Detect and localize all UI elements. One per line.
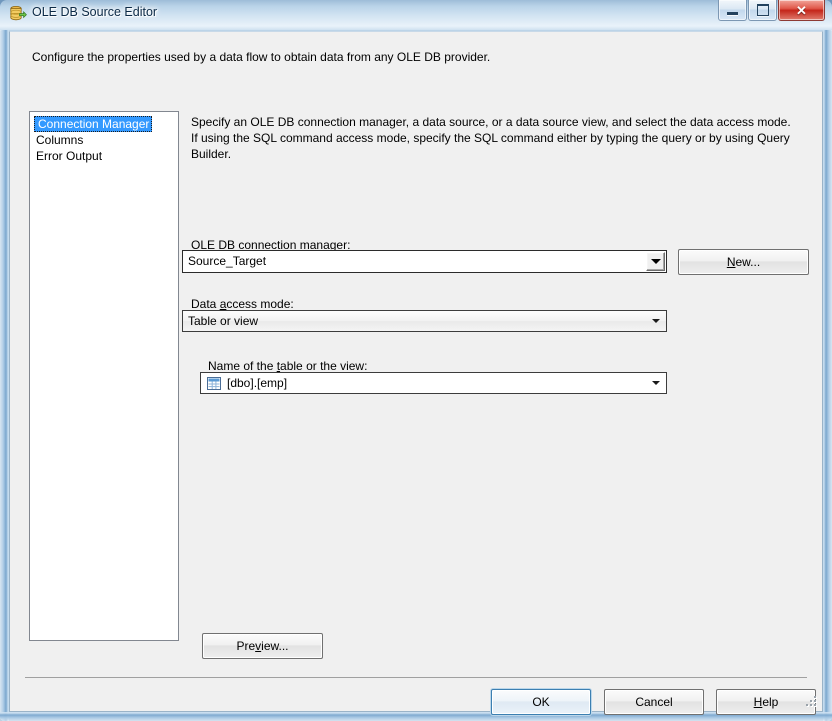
sidebar-item-label: Columns xyxy=(36,133,84,147)
new-connection-button[interactable]: New... xyxy=(678,249,809,275)
ole-db-source-editor-window: OLE DB Source Editor ✕ Configure the pro… xyxy=(0,0,832,721)
preview-button[interactable]: Preview... xyxy=(202,633,323,659)
cancel-button[interactable]: Cancel xyxy=(604,689,704,715)
table-or-view-value: [dbo].[emp] xyxy=(227,376,288,390)
ok-button[interactable]: OK xyxy=(491,689,591,715)
dialog-intro-text: Configure the properties used by a data … xyxy=(32,50,491,64)
close-button[interactable]: ✕ xyxy=(778,0,825,21)
data-access-mode-value: Table or view xyxy=(188,314,259,328)
sidebar-item-error-output[interactable]: Error Output xyxy=(32,148,176,164)
resize-grip[interactable] xyxy=(806,696,818,708)
window-title: OLE DB Source Editor xyxy=(32,5,158,19)
window-controls: ✕ xyxy=(717,0,825,21)
help-button-label: Help xyxy=(753,695,779,709)
table-or-view-combobox[interactable]: [dbo].[emp] xyxy=(200,372,667,394)
minimize-button[interactable] xyxy=(718,0,747,21)
sidebar-item-label: Error Output xyxy=(36,149,103,163)
help-button[interactable]: Help xyxy=(716,689,816,715)
data-access-mode-combobox[interactable]: Table or view xyxy=(182,310,667,332)
preview-button-label: Preview... xyxy=(236,639,289,653)
sidebar-item-label: Connection Manager xyxy=(34,116,153,132)
ok-button-label: OK xyxy=(532,695,550,709)
new-button-label: New... xyxy=(726,255,761,269)
connection-manager-combobox[interactable]: Source_Target xyxy=(182,250,667,273)
window-frame-left xyxy=(0,30,9,721)
minimize-icon xyxy=(727,11,738,15)
close-icon: ✕ xyxy=(796,2,807,18)
maximize-button[interactable] xyxy=(748,0,777,21)
title-bar[interactable]: OLE DB Source Editor ✕ xyxy=(0,0,832,30)
window-frame-bottom xyxy=(0,712,832,721)
table-or-view-label: Name of the table or the view: xyxy=(208,359,368,373)
table-or-view-dropdown-button[interactable] xyxy=(646,381,666,385)
ole-db-source-icon xyxy=(10,5,27,21)
dialog-client-area: Configure the properties used by a data … xyxy=(9,31,823,715)
pane-description: Specify an OLE DB connection manager, a … xyxy=(191,115,791,161)
maximize-icon xyxy=(756,4,769,16)
chevron-down-icon xyxy=(652,381,660,385)
chevron-down-icon xyxy=(652,319,660,323)
cancel-button-label: Cancel xyxy=(635,695,673,709)
footer-separator xyxy=(25,677,807,678)
sidebar-item-columns[interactable]: Columns xyxy=(32,132,176,148)
connection-manager-dropdown-button[interactable] xyxy=(646,252,665,271)
connection-manager-value: Source_Target xyxy=(188,254,267,268)
connection-manager-pane: Specify an OLE DB connection manager, a … xyxy=(191,114,806,162)
data-access-mode-label: Data access mode: xyxy=(191,297,294,311)
sidebar-item-connection-manager[interactable]: Connection Manager xyxy=(30,116,178,132)
data-access-mode-dropdown-button[interactable] xyxy=(646,319,666,323)
page-navigation-list[interactable]: Connection Manager Columns Error Output xyxy=(29,111,179,641)
window-frame-right xyxy=(823,30,832,721)
chevron-down-icon xyxy=(650,259,661,264)
table-icon xyxy=(207,376,221,390)
